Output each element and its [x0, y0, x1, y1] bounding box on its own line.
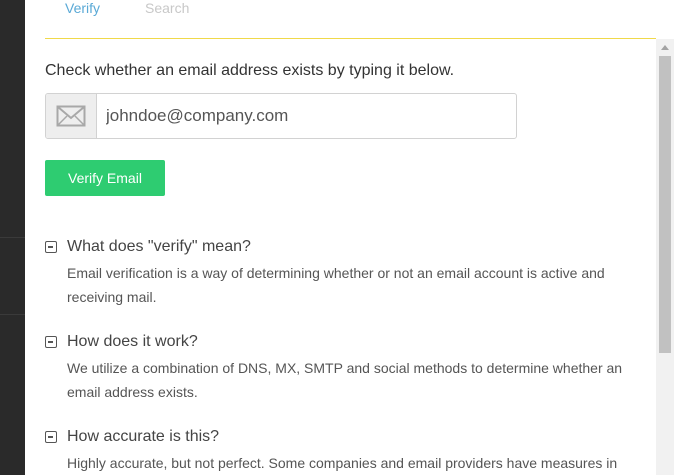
verify-panel: Verify Search Check whether an email add… [25, 0, 674, 475]
collapse-minus-icon[interactable] [45, 336, 57, 348]
verify-email-button[interactable]: Verify Email [45, 160, 165, 196]
strip-divider [0, 314, 25, 315]
email-input-group [45, 93, 517, 139]
email-field[interactable] [97, 94, 512, 138]
background-window-strip [0, 0, 25, 475]
scrollbar-thumb[interactable] [659, 56, 671, 353]
faq-answer: Highly accurate, but not perfect. Some c… [67, 455, 618, 471]
scroll-up-arrow-icon[interactable] [656, 39, 674, 55]
tab-search[interactable]: Search [145, 0, 189, 16]
tab-divider [45, 38, 656, 39]
faq-question[interactable]: How accurate is this? [67, 428, 219, 446]
vertical-scrollbar[interactable] [656, 39, 674, 475]
tab-bar: Verify Search [25, 0, 656, 38]
envelope-icon [46, 94, 97, 138]
intro-text: Check whether an email address exists by… [45, 62, 455, 79]
faq-question[interactable]: What does "verify" mean? [67, 238, 251, 256]
faq-answer: Email verification is a way of determini… [67, 265, 605, 305]
collapse-minus-icon[interactable] [45, 431, 57, 443]
strip-divider [0, 237, 25, 238]
tab-verify[interactable]: Verify [65, 0, 100, 16]
collapse-minus-icon[interactable] [45, 241, 57, 253]
faq-question[interactable]: How does it work? [67, 333, 198, 351]
faq-answer: We utilize a combination of DNS, MX, SMT… [67, 360, 623, 400]
